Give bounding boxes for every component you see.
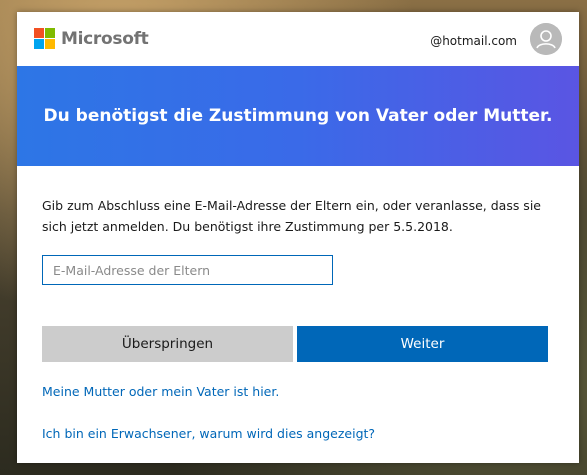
account-email: @hotmail.com — [430, 34, 517, 48]
skip-button[interactable]: Überspringen — [42, 326, 293, 362]
consent-dialog: Microsoft @hotmail.com Du benötigst die … — [17, 12, 579, 463]
microsoft-squares-icon — [34, 28, 55, 49]
consent-banner: Du benötigst die Zustimmung von Vater od… — [17, 66, 579, 166]
why-shown-link[interactable]: Ich bin ein Erwachsener, warum wird dies… — [42, 426, 375, 441]
parent-here-link[interactable]: Meine Mutter oder mein Vater ist hier. — [42, 384, 279, 399]
page-title: Du benötigst die Zustimmung von Vater od… — [43, 106, 553, 126]
instructions-text: Gib zum Abschluss eine E-Mail-Adresse de… — [42, 198, 541, 234]
dialog-header: Microsoft @hotmail.com — [17, 12, 579, 66]
parent-email-field[interactable] — [42, 255, 333, 285]
next-button[interactable]: Weiter — [297, 326, 548, 362]
user-avatar-icon[interactable] — [530, 23, 562, 55]
microsoft-logo: Microsoft — [34, 28, 149, 49]
microsoft-wordmark: Microsoft — [61, 28, 149, 49]
